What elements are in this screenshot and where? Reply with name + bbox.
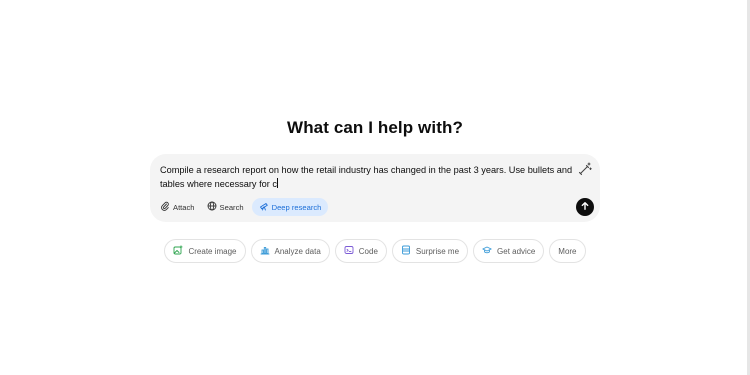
- chat-home-page: What can I help with? Compile a research…: [0, 0, 750, 375]
- deep-research-label: Deep research: [271, 202, 322, 212]
- composer-toolbar: Attach Search Deep research: [156, 198, 329, 216]
- code-icon: [344, 245, 354, 257]
- create-image-label: Create image: [188, 246, 237, 256]
- deep-research-button[interactable]: Deep research: [251, 198, 329, 216]
- graduation-cap-icon: [482, 245, 492, 257]
- arrow-up-icon: [580, 198, 590, 216]
- search-label: Search: [219, 202, 244, 212]
- code-label: Code: [358, 246, 378, 256]
- bar-chart-icon: [260, 245, 270, 257]
- magic-wand-icon[interactable]: [578, 162, 592, 176]
- page-title: What can I help with?: [287, 118, 463, 137]
- search-button[interactable]: Search: [203, 198, 248, 216]
- attach-button[interactable]: Attach: [156, 198, 199, 216]
- send-button[interactable]: [576, 198, 594, 216]
- paperclip-icon: [160, 201, 170, 213]
- get-advice-chip[interactable]: Get advice: [473, 239, 545, 263]
- get-advice-label: Get advice: [497, 246, 536, 256]
- prompt-input-value: Compile a research report on how the ret…: [160, 165, 573, 189]
- prompt-composer[interactable]: Compile a research report on how the ret…: [150, 154, 600, 222]
- more-chip[interactable]: More: [549, 239, 586, 263]
- text-caret: [276, 178, 278, 188]
- telescope-icon: [259, 201, 269, 213]
- surprise-me-chip[interactable]: Surprise me: [391, 239, 469, 263]
- analyze-data-chip[interactable]: Analyze data: [250, 239, 330, 263]
- surprise-me-label: Surprise me: [415, 246, 460, 256]
- prompt-input[interactable]: Compile a research report on how the ret…: [160, 163, 578, 191]
- code-chip[interactable]: Code: [334, 239, 387, 263]
- image-icon: [173, 245, 184, 257]
- attach-label: Attach: [173, 202, 195, 212]
- globe-icon: [207, 201, 217, 213]
- create-image-chip[interactable]: Create image: [164, 239, 246, 263]
- analyze-data-label: Analyze data: [274, 246, 321, 256]
- suggestion-chips: Create image Analyze data Code Surprise …: [0, 239, 750, 263]
- more-label: More: [558, 246, 577, 256]
- gift-icon: [401, 245, 411, 257]
